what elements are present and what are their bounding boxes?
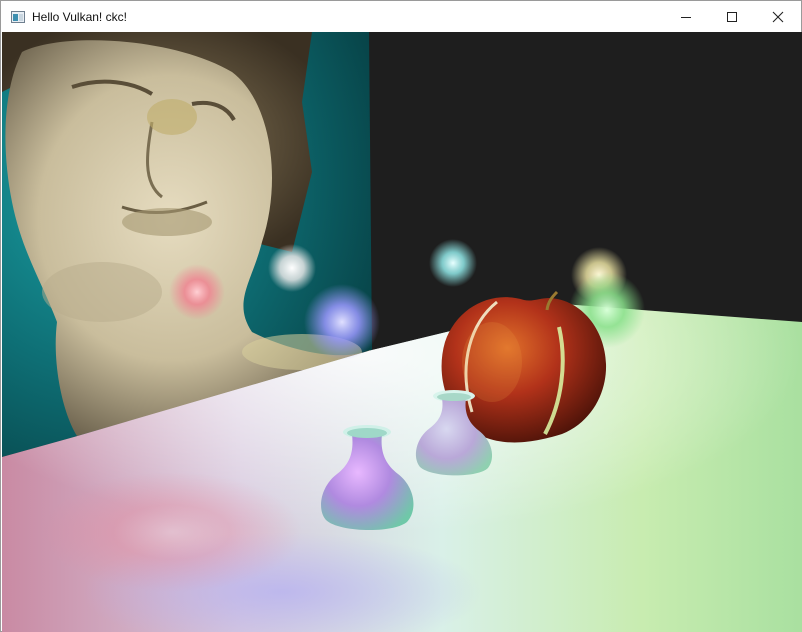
vulkan-scene [2,32,802,632]
caption-buttons [663,1,801,32]
title-bar[interactable]: Hello Vulkan! ckc! [1,1,801,32]
minimize-icon [681,16,691,18]
app-window: Hello Vulkan! ckc! [0,0,802,632]
light-orb-cyan [429,239,477,287]
window-title: Hello Vulkan! ckc! [32,9,127,24]
minimize-button[interactable] [663,1,709,32]
light-orb-white [268,244,316,292]
render-viewport[interactable] [2,32,802,632]
maximize-icon [727,11,737,22]
maximize-button[interactable] [709,1,755,32]
close-button[interactable] [755,1,801,32]
app-window-icon [11,10,25,23]
close-icon [772,11,784,22]
light-orb-blue [304,284,380,360]
light-orb-red [169,264,225,320]
